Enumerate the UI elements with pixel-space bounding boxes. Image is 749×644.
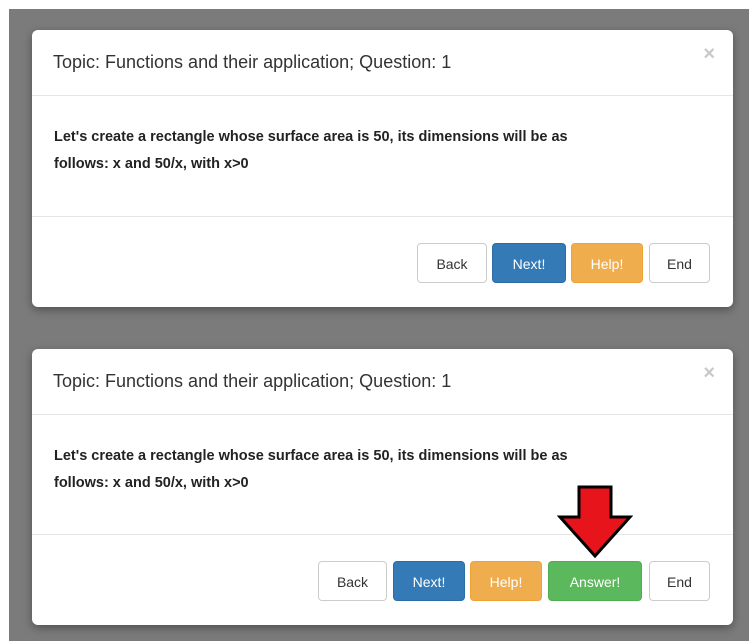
help-button[interactable]: Help! bbox=[470, 561, 542, 601]
back-button[interactable]: Back bbox=[417, 243, 487, 283]
close-icon[interactable]: × bbox=[703, 44, 715, 64]
back-button[interactable]: Back bbox=[318, 561, 387, 601]
question-modal-top: Topic: Functions and their application; … bbox=[32, 30, 733, 307]
modal-footer: Back Next! Help! End bbox=[32, 216, 733, 307]
modal-title: Topic: Functions and their application; … bbox=[53, 371, 452, 391]
end-button[interactable]: End bbox=[649, 243, 710, 283]
help-button[interactable]: Help! bbox=[571, 243, 643, 283]
close-icon[interactable]: × bbox=[703, 363, 715, 383]
question-line-2: follows: x and 50/x, with x>0 bbox=[54, 156, 249, 172]
modal-header: Topic: Functions and their application; … bbox=[32, 349, 733, 415]
modal-header: Topic: Functions and their application; … bbox=[32, 30, 733, 96]
question-text: Let's create a rectangle whose surface a… bbox=[54, 124, 704, 178]
question-line-1: Let's create a rectangle whose surface a… bbox=[54, 448, 568, 464]
modal-title: Topic: Functions and their application; … bbox=[53, 52, 452, 72]
answer-button[interactable]: Answer! bbox=[548, 561, 642, 601]
end-button[interactable]: End bbox=[649, 561, 710, 601]
next-button[interactable]: Next! bbox=[492, 243, 566, 283]
arrow-down-icon bbox=[557, 485, 633, 559]
question-line-1: Let's create a rectangle whose surface a… bbox=[54, 129, 568, 145]
next-button[interactable]: Next! bbox=[393, 561, 465, 601]
